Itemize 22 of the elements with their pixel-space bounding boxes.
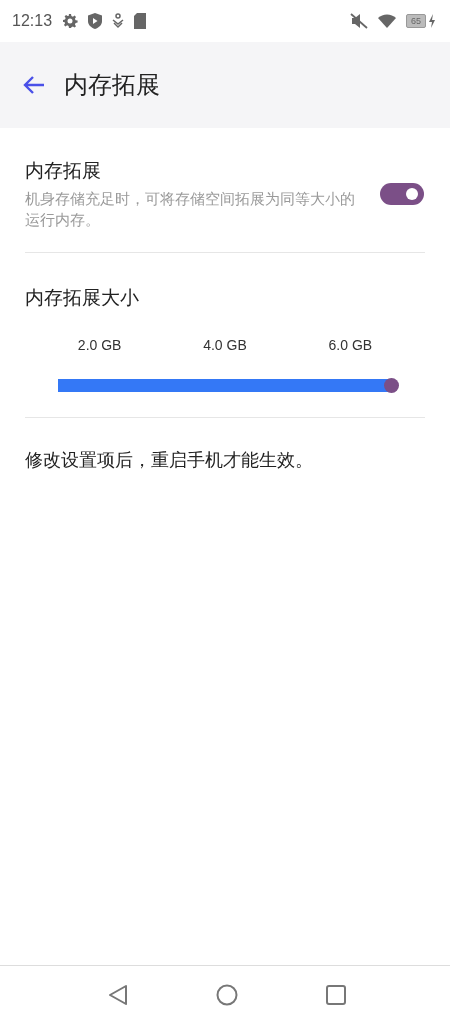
shield-icon — [88, 13, 103, 29]
restart-notice: 修改设置项后，重启手机才能生效。 — [25, 448, 314, 472]
size-label: 6.0 GB — [328, 337, 373, 353]
setting-title: 内存拓展 — [25, 158, 102, 183]
setting-description: 机身存储充足时，可将存储空间拓展为同等大小的运行内存。 — [25, 189, 356, 230]
toggle-switch[interactable] — [380, 183, 424, 205]
battery-icon: 65 — [406, 14, 426, 28]
page-title: 内存拓展 — [64, 70, 160, 101]
sim-card-icon — [134, 13, 147, 29]
wifi-icon — [378, 14, 396, 28]
home-icon[interactable] — [216, 984, 238, 1006]
status-time: 12:13 — [12, 12, 53, 30]
recent-apps-icon[interactable] — [326, 985, 346, 1005]
charging-icon — [428, 14, 436, 28]
size-label: 2.0 GB — [77, 337, 122, 353]
muted-speaker-icon — [350, 13, 368, 29]
slider-handle[interactable] — [384, 378, 399, 393]
settings-icon — [62, 13, 79, 29]
size-label: 4.0 GB — [203, 337, 247, 353]
back-icon[interactable] — [108, 984, 128, 1006]
section-title: 内存拓展大小 — [25, 285, 140, 310]
back-arrow-icon[interactable] — [22, 75, 46, 95]
